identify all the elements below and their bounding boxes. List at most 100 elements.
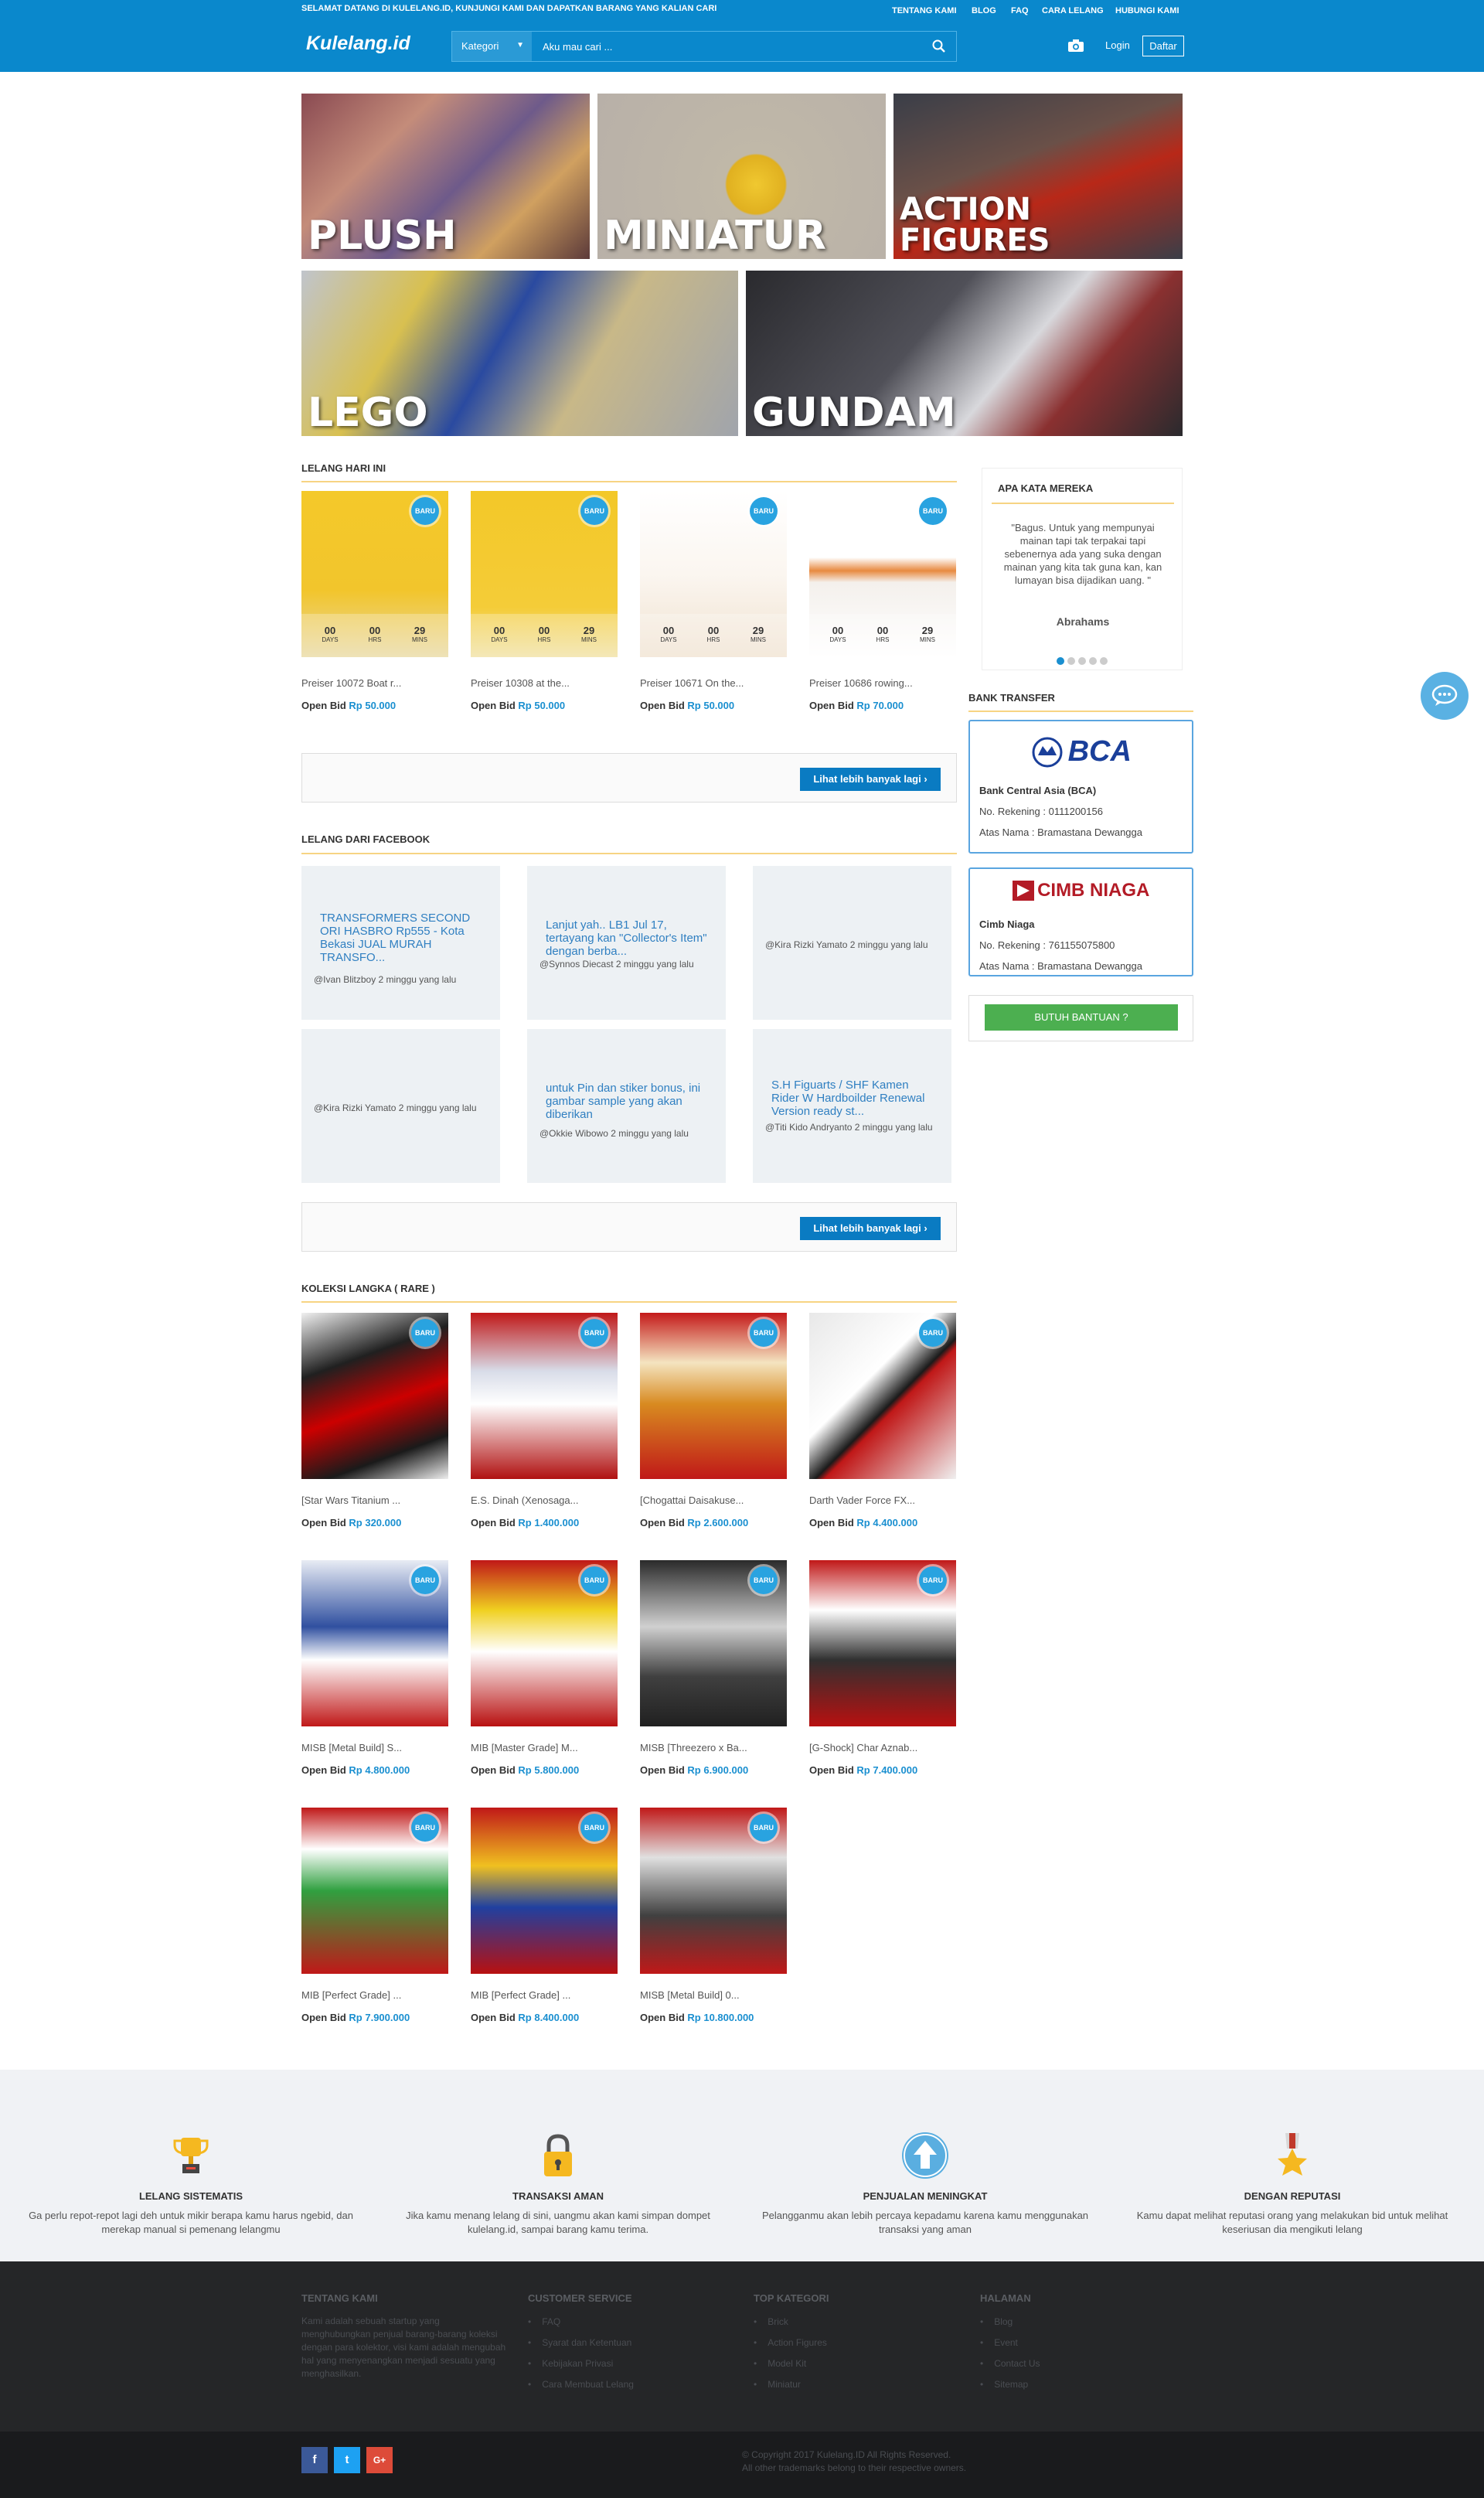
search-input[interactable] [533,32,912,61]
footer-heading: CUSTOMER SERVICE [528,2292,632,2304]
footer-link[interactable]: FAQ [528,2316,737,2327]
product-image[interactable]: BARU [301,1560,448,1726]
category-dropdown[interactable]: Kategori ▼ [452,32,532,61]
footer-link[interactable]: Contact Us [980,2358,1189,2369]
footer-link[interactable]: Syarat dan Ketentuan [528,2337,737,2348]
footer-link[interactable]: Blog [980,2316,1189,2327]
footer-link[interactable]: Model Kit [754,2358,962,2369]
help-button[interactable]: BUTUH BANTUAN ? [985,1004,1178,1031]
product-image[interactable]: BARU [301,1313,448,1479]
product-name[interactable]: Preiser 10686 rowing... [809,677,956,689]
search-bar: Kategori ▼ [451,31,957,62]
nav-hubungi-kami[interactable]: HUBUNGI KAMI [1115,6,1179,15]
product-name[interactable]: E.S. Dinah (Xenosaga... [471,1494,618,1506]
product-image[interactable]: BARU [471,1808,618,1974]
footer-link[interactable]: Kebijakan Privasi [528,2358,737,2369]
product-image[interactable]: BARU [471,1560,618,1726]
facebook-post[interactable]: S.H Figuarts / SHF Kamen Rider W Hardboi… [753,1029,951,1183]
feature-text: Ga perlu repot-repot lagi deh untuk miki… [29,2210,353,2235]
section-divider [992,503,1174,504]
banner-gundam[interactable]: GUNDAM [746,271,1183,436]
product-name[interactable]: MIB [Master Grade] M... [471,1742,618,1753]
banner-plush[interactable]: PLUSH [301,94,590,259]
collection-card[interactable]: BARU [G-Shock] Char Aznab... Open Bid Rp 7… [809,1560,956,1776]
banner-miniatur[interactable]: MINIATUR [597,94,886,259]
site-logo[interactable]: Kulelang.id [306,32,410,55]
nav-cara-lelang[interactable]: CARA LELANG [1042,6,1104,15]
facebook-post[interactable]: TRANSFORMERS SECOND ORI HASBRO Rp555 - K… [301,866,500,1020]
bank-name: Cimb Niaga [979,918,1035,930]
footer-heading: TOP KATEGORI [754,2292,829,2304]
collection-card[interactable]: BARU MISB [Metal Build] 0... Open Bid Rp 1… [640,1808,787,2023]
collection-card[interactable]: BARU [Star Wars Titanium ... Open Bid Rp 3… [301,1313,448,1528]
product-image[interactable]: BARU 00 DAYS 00 HRS 29 MINS [301,491,448,657]
nav-tentang-kami[interactable]: TENTANG KAMI [892,6,957,15]
product-name[interactable]: Darth Vader Force FX... [809,1494,956,1506]
facebook-post[interactable]: untuk Pin dan stiker bonus, ini gambar s… [527,1029,726,1183]
product-image[interactable]: BARU [809,1313,956,1479]
login-link[interactable]: Login [1105,39,1130,51]
carousel-dots[interactable] [1057,657,1108,665]
product-price: Open Bid Rp 5.800.000 [471,1764,580,1776]
auction-card[interactable]: BARU 00 DAYS 00 HRS 29 MINS Preiser 10671 O… [640,491,787,711]
collection-card[interactable]: BARU MIB [Perfect Grade] ... Open Bid Rp 8… [471,1808,618,2023]
see-more-button[interactable]: Lihat lebih banyak lagi › [800,1217,941,1240]
product-image[interactable]: BARU [640,1808,787,1974]
register-button[interactable]: Daftar [1142,36,1184,56]
product-image[interactable]: BARU [471,1313,618,1479]
footer-link[interactable]: Brick [754,2316,962,2327]
post-text[interactable]: Lanjut yah.. LB1 Jul 17, tertayang kan "… [546,918,707,958]
product-image[interactable]: BARU 00 DAYS 00 HRS 29 MINS [640,491,787,657]
product-name[interactable]: MIB [Perfect Grade] ... [301,1989,448,2001]
product-image[interactable]: BARU 00 DAYS 00 HRS 29 MINS [471,491,618,657]
footer-link[interactable]: Sitemap [980,2379,1189,2390]
facebook-post[interactable]: @Kira Rizki Yamato 2 minggu yang lalu [753,866,951,1020]
product-name[interactable]: [Chogattai Daisakuse... [640,1494,787,1506]
banner-action-figures[interactable]: ACTION FIGURES [893,94,1183,259]
collection-card[interactable]: BARU MIB [Perfect Grade] ... Open Bid Rp 7… [301,1808,448,2023]
see-more-button[interactable]: Lihat lebih banyak lagi › [800,768,941,791]
collection-card[interactable]: BARU E.S. Dinah (Xenosaga... Open Bid Rp 1… [471,1313,618,1528]
banner-lego[interactable]: LEGO [301,271,738,436]
product-name[interactable]: MISB [Threezero x Ba... [640,1742,787,1753]
collection-card[interactable]: BARU MIB [Master Grade] M... Open Bid Rp 5… [471,1560,618,1776]
collection-card[interactable]: BARU MISB [Metal Build] S... Open Bid Rp 4… [301,1560,448,1776]
collection-card[interactable]: BARU MISB [Threezero x Ba... Open Bid Rp 6… [640,1560,787,1776]
google-plus-icon[interactable]: G+ [366,2447,393,2473]
camera-icon[interactable] [1067,39,1084,53]
product-name[interactable]: Preiser 10308 at the... [471,677,618,689]
footer-link[interactable]: Action Figures [754,2337,962,2348]
product-name[interactable]: Preiser 10671 On the... [640,677,787,689]
chat-button[interactable] [1421,672,1469,720]
facebook-icon[interactable]: f [301,2447,328,2473]
product-name[interactable]: MISB [Metal Build] 0... [640,1989,787,2001]
product-name[interactable]: MIB [Perfect Grade] ... [471,1989,618,2001]
product-name[interactable]: Preiser 10072 Boat r... [301,677,448,689]
footer-link[interactable]: Event [980,2337,1189,2348]
collection-card[interactable]: BARU [Chogattai Daisakuse... Open Bid Rp 2… [640,1313,787,1528]
auction-card[interactable]: BARU 00 DAYS 00 HRS 29 MINS Preiser 10686 r… [809,491,956,711]
post-text[interactable]: S.H Figuarts / SHF Kamen Rider W Hardboi… [771,1079,933,1118]
nav-faq[interactable]: FAQ [1011,6,1029,15]
facebook-post[interactable]: @Kira Rizki Yamato 2 minggu yang lalu [301,1029,500,1183]
product-image[interactable]: BARU [640,1560,787,1726]
product-name[interactable]: [Star Wars Titanium ... [301,1494,448,1506]
product-name[interactable]: MISB [Metal Build] S... [301,1742,448,1753]
nav-blog[interactable]: BLOG [972,6,996,15]
post-text[interactable]: TRANSFORMERS SECOND ORI HASBRO Rp555 - K… [320,912,482,964]
collection-card[interactable]: BARU Darth Vader Force FX... Open Bid Rp 4… [809,1313,956,1528]
search-icon[interactable] [931,39,947,54]
auction-card[interactable]: BARU 00 DAYS 00 HRS 29 MINS Preiser 10072 B… [301,491,448,711]
product-name[interactable]: [G-Shock] Char Aznab... [809,1742,956,1753]
footer-link[interactable]: Miniatur [754,2379,962,2390]
facebook-post[interactable]: Lanjut yah.. LB1 Jul 17, tertayang kan "… [527,866,726,1020]
product-image[interactable]: BARU [640,1313,787,1479]
twitter-icon[interactable]: t [334,2447,360,2473]
product-image[interactable]: BARU [301,1808,448,1974]
product-image[interactable]: BARU [809,1560,956,1726]
footer-link[interactable]: Cara Membuat Lelang [528,2379,737,2390]
product-image[interactable]: BARU 00 DAYS 00 HRS 29 MINS [809,491,956,657]
account-holder: Atas Nama : Bramastana Dewangga [979,826,1142,838]
post-text[interactable]: untuk Pin dan stiker bonus, ini gambar s… [546,1082,707,1121]
auction-card[interactable]: BARU 00 DAYS 00 HRS 29 MINS Preiser 10308 a… [471,491,618,711]
